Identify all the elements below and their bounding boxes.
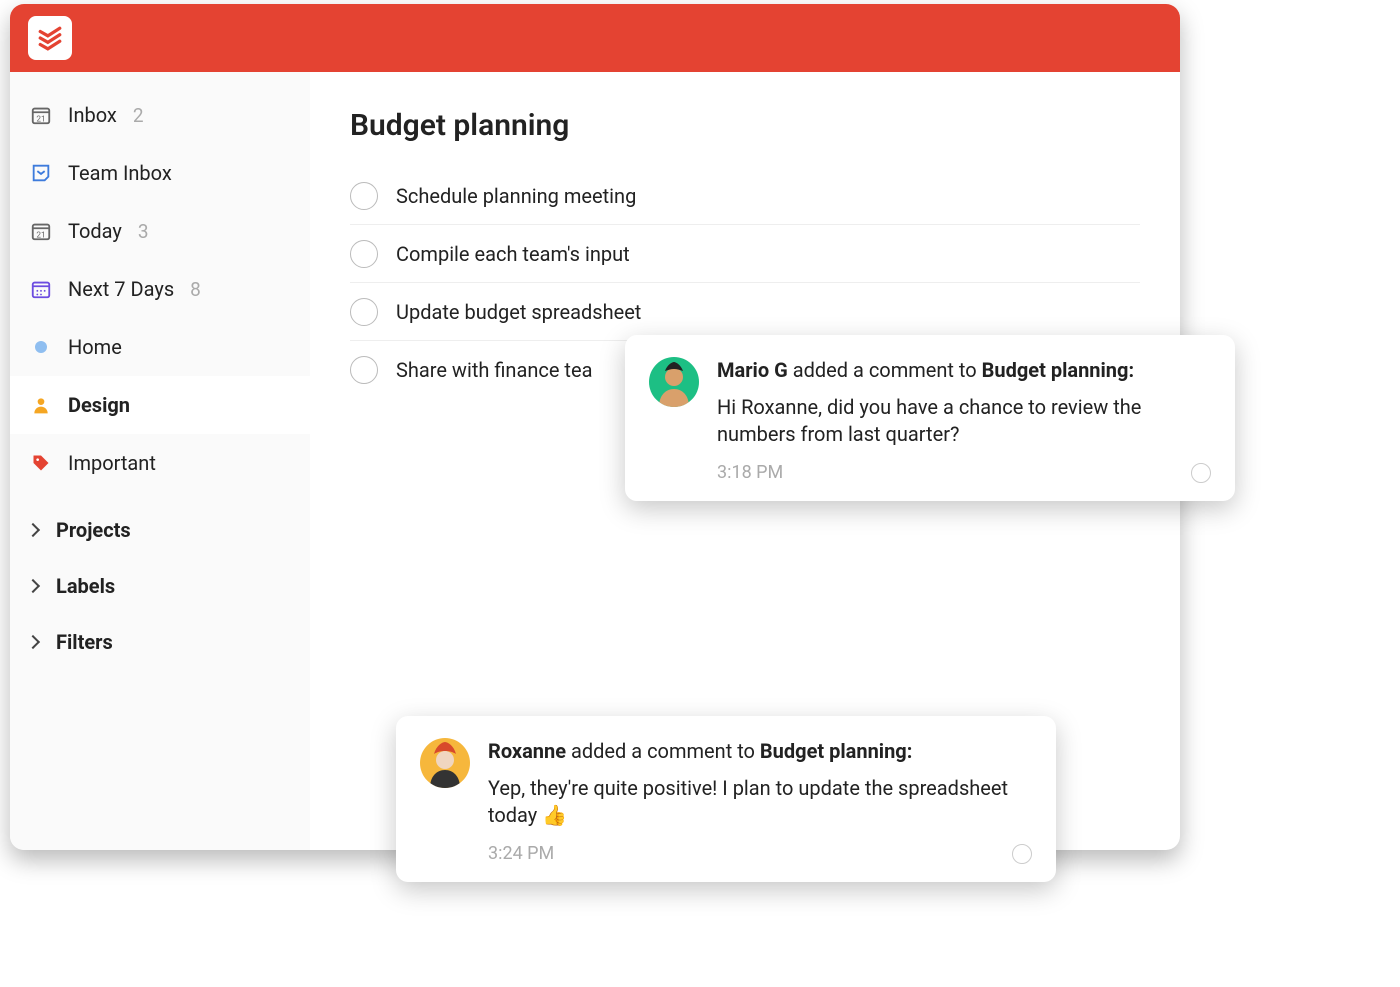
task-row[interactable]: Update budget spreadsheet bbox=[350, 283, 1140, 341]
task-row[interactable]: Schedule planning meeting bbox=[350, 167, 1140, 225]
sidebar-item-design[interactable]: Design bbox=[10, 376, 310, 434]
notification-card[interactable]: Mario G added a comment to Budget planni… bbox=[625, 335, 1235, 501]
sidebar-section-filters[interactable]: Filters bbox=[10, 614, 310, 670]
svg-text:21: 21 bbox=[36, 114, 45, 124]
read-indicator[interactable] bbox=[1191, 463, 1211, 483]
task-label: Share with finance tea bbox=[396, 358, 592, 382]
today-icon: 21 bbox=[28, 220, 54, 242]
dot-icon bbox=[28, 340, 54, 354]
task-label: Compile each team's input bbox=[396, 242, 630, 266]
task-checkbox[interactable] bbox=[350, 298, 378, 326]
notification-headline: Roxanne added a comment to Budget planni… bbox=[488, 738, 1032, 765]
sidebar-section-labels[interactable]: Labels bbox=[10, 558, 310, 614]
notification-body: Hi Roxanne, did you have a chance to rev… bbox=[717, 394, 1211, 448]
sidebar-item-label: Home bbox=[68, 335, 122, 359]
avatar-person-icon bbox=[649, 357, 699, 407]
notification-target: Budget planning: bbox=[760, 739, 912, 763]
sidebar-item-label: Important bbox=[68, 451, 156, 475]
sidebar-item-label: Design bbox=[68, 393, 130, 417]
sidebar: 21 Inbox 2 Team Inbox 21 Today 3 bbox=[10, 72, 310, 850]
sidebar-item-count: 8 bbox=[190, 278, 201, 301]
sidebar-item-label: Inbox bbox=[68, 103, 117, 127]
notification-card[interactable]: Roxanne added a comment to Budget planni… bbox=[396, 716, 1056, 882]
sidebar-item-today[interactable]: 21 Today 3 bbox=[10, 202, 310, 260]
notification-headline: Mario G added a comment to Budget planni… bbox=[717, 357, 1211, 384]
person-icon bbox=[28, 395, 54, 415]
read-indicator[interactable] bbox=[1012, 844, 1032, 864]
sidebar-item-label: Today bbox=[68, 219, 122, 243]
sidebar-item-label: Team Inbox bbox=[68, 161, 172, 185]
sidebar-section-label: Projects bbox=[56, 518, 131, 542]
team-inbox-icon bbox=[28, 162, 54, 184]
svg-text:21: 21 bbox=[36, 230, 45, 240]
tag-icon bbox=[28, 453, 54, 473]
next7-icon bbox=[28, 278, 54, 300]
notification-time: 3:24 PM bbox=[488, 843, 554, 864]
notification-body: Yep, they're quite positive! I plan to u… bbox=[488, 775, 1032, 829]
sidebar-section-label: Labels bbox=[56, 574, 115, 598]
app-header bbox=[10, 4, 1180, 72]
notification-content: Roxanne added a comment to Budget planni… bbox=[488, 738, 1032, 864]
task-label: Update budget spreadsheet bbox=[396, 300, 641, 324]
sidebar-item-inbox[interactable]: 21 Inbox 2 bbox=[10, 86, 310, 144]
chevron-right-icon bbox=[26, 579, 40, 593]
notification-verb: added a comment to bbox=[571, 739, 755, 763]
sidebar-item-important[interactable]: Important bbox=[10, 434, 310, 492]
task-label: Schedule planning meeting bbox=[396, 184, 636, 208]
project-title: Budget planning bbox=[350, 108, 1140, 143]
sidebar-item-team-inbox[interactable]: Team Inbox bbox=[10, 144, 310, 202]
avatar-person-icon bbox=[420, 738, 470, 788]
sidebar-item-count: 2 bbox=[133, 104, 144, 127]
app-logo[interactable] bbox=[28, 16, 72, 60]
sidebar-item-label: Next 7 Days bbox=[68, 277, 174, 301]
notification-time: 3:18 PM bbox=[717, 462, 783, 483]
sidebar-item-home[interactable]: Home bbox=[10, 318, 310, 376]
avatar bbox=[649, 357, 699, 407]
notification-author: Mario G bbox=[717, 358, 788, 382]
sidebar-section-projects[interactable]: Projects bbox=[10, 502, 310, 558]
sidebar-item-next7[interactable]: Next 7 Days 8 bbox=[10, 260, 310, 318]
inbox-icon: 21 bbox=[28, 104, 54, 126]
avatar bbox=[420, 738, 470, 788]
sidebar-item-count: 3 bbox=[138, 220, 149, 243]
notification-target: Budget planning: bbox=[982, 358, 1134, 382]
chevron-right-icon bbox=[26, 523, 40, 537]
task-checkbox[interactable] bbox=[350, 356, 378, 384]
task-checkbox[interactable] bbox=[350, 182, 378, 210]
sidebar-section-label: Filters bbox=[56, 630, 113, 654]
todoist-logo-icon bbox=[37, 25, 63, 51]
task-row[interactable]: Compile each team's input bbox=[350, 225, 1140, 283]
task-checkbox[interactable] bbox=[350, 240, 378, 268]
notification-verb: added a comment to bbox=[793, 358, 977, 382]
notification-author: Roxanne bbox=[488, 739, 566, 763]
notification-content: Mario G added a comment to Budget planni… bbox=[717, 357, 1211, 483]
chevron-right-icon bbox=[26, 635, 40, 649]
